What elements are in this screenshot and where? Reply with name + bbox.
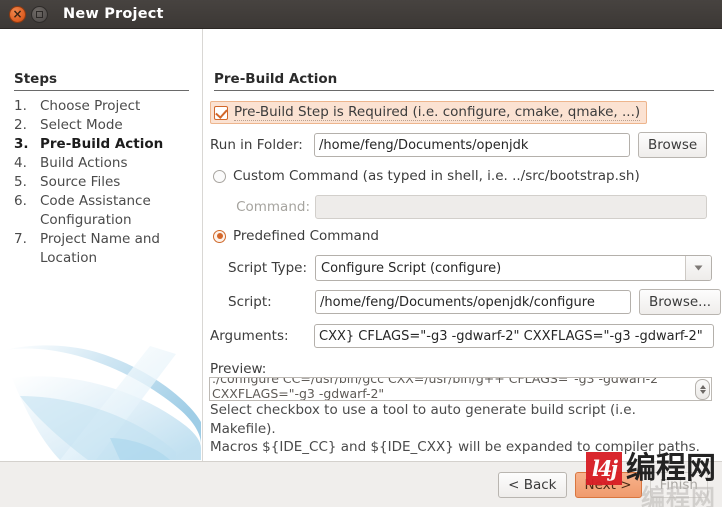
script-type-value: Configure Script (configure): [321, 260, 502, 276]
arguments-input[interactable]: CXX} CFLAGS="-g3 -gdwarf-2" CXXFLAGS="-g…: [314, 324, 714, 348]
step-number: 7.: [14, 231, 27, 247]
step-label: Pre-Build Action: [40, 136, 164, 152]
sidebar-item-project-name-and-location[interactable]: 7. Project Name and Location: [14, 230, 194, 268]
predefined-command-label: Predefined Command: [233, 228, 379, 244]
scroll-down-icon[interactable]: [699, 390, 706, 394]
radio-unselected-icon[interactable]: [213, 169, 226, 183]
sidebar-item-pre-build-action[interactable]: 3. Pre-Build Action: [14, 135, 194, 154]
custom-command-field-row: Command:: [228, 195, 707, 219]
step-label: Source Files: [40, 174, 121, 190]
run-in-folder-input[interactable]: /home/feng/Documents/openjdk: [314, 133, 630, 157]
prebuild-required-checkbox[interactable]: Pre-Build Step is Required (i.e. configu…: [210, 101, 648, 124]
custom-command-radio-row[interactable]: Custom Command (as typed in shell, i.e. …: [213, 168, 640, 184]
sidebar-item-select-mode[interactable]: 2. Select Mode: [14, 116, 194, 135]
finish-button: Finish: [649, 472, 708, 498]
radio-selected-icon[interactable]: [213, 229, 226, 243]
step-number: 2.: [14, 117, 27, 133]
step-label: Project Name and Location: [40, 231, 160, 266]
run-in-folder-label: Run in Folder:: [210, 137, 303, 153]
next-button[interactable]: Next >: [574, 472, 642, 498]
script-type-row: Script Type: Configure Script (configure…: [228, 255, 712, 281]
step-label: Code Assistance Configuration: [40, 193, 151, 228]
prebuild-required-label: Pre-Build Step is Required (i.e. configu…: [234, 104, 641, 121]
script-browse-button[interactable]: Browse...: [639, 289, 722, 315]
step-label: Choose Project: [40, 98, 141, 114]
preview-line-2: CXXFLAGS="-g3 -gdwarf-2": [212, 386, 385, 401]
back-button[interactable]: < Back: [498, 472, 567, 498]
preview-label: Preview:: [210, 361, 267, 377]
script-row: Script: /home/feng/Documents/openjdk/con…: [228, 289, 722, 315]
wizard-swoosh-graphic: [0, 326, 202, 461]
wizard-footer: < Back Next > Finish: [0, 461, 722, 507]
step-number: 1.: [14, 98, 27, 114]
checkbox-checked-icon[interactable]: [214, 105, 228, 120]
step-label: Build Actions: [40, 155, 128, 171]
steps-sidebar: Steps 1. Choose Project 2. Select Mode 3…: [0, 29, 203, 461]
script-type-dropdown[interactable]: Configure Script (configure): [315, 255, 712, 281]
scroll-up-icon[interactable]: [699, 385, 706, 389]
sidebar-item-choose-project[interactable]: 1. Choose Project: [14, 97, 194, 116]
command-label: Command:: [236, 199, 310, 215]
step-number: 5.: [14, 174, 27, 190]
script-type-label: Script Type:: [228, 260, 308, 276]
preview-scroll-spinner[interactable]: [695, 379, 710, 400]
step-number: 6.: [14, 193, 27, 209]
hint-line-1: Select checkbox to use a tool to auto ge…: [210, 402, 636, 418]
close-glyph: ×: [12, 7, 23, 21]
footer-button-row: < Back Next > Finish: [498, 472, 708, 498]
wizard-body: Steps 1. Choose Project 2. Select Mode 3…: [0, 29, 722, 461]
custom-command-label: Custom Command (as typed in shell, i.e. …: [233, 168, 640, 184]
step-number: 3.: [14, 136, 29, 152]
window-titlebar: × New Project: [0, 0, 722, 29]
arguments-row: Arguments: CXX} CFLAGS="-g3 -gdwarf-2" C…: [210, 324, 714, 348]
steps-list: 1. Choose Project 2. Select Mode 3. Pre-…: [14, 97, 194, 268]
page-title: Pre-Build Action: [214, 71, 714, 91]
step-label: Select Mode: [40, 117, 123, 133]
chevron-down-icon[interactable]: [685, 256, 711, 280]
run-in-folder-browse-button[interactable]: Browse: [638, 132, 708, 158]
preview-textarea[interactable]: ./configure CC=/usr/bin/gcc CXX=/usr/bin…: [209, 377, 712, 401]
sidebar-item-source-files[interactable]: 5. Source Files: [14, 173, 194, 192]
hint-line-3: Macros ${IDE_CC} and ${IDE_CXX} will be …: [210, 439, 700, 455]
script-input[interactable]: /home/feng/Documents/openjdk/configure: [315, 290, 631, 314]
hint-text: Select checkbox to use a tool to auto ge…: [210, 401, 710, 457]
preview-line-1: ./configure CC=/usr/bin/gcc CXX=/usr/bin…: [212, 377, 664, 386]
run-in-folder-row: Run in Folder: /home/feng/Documents/open…: [210, 132, 708, 158]
sidebar-item-build-actions[interactable]: 4. Build Actions: [14, 154, 194, 173]
hint-line-2: Makefile).: [210, 420, 276, 437]
close-icon[interactable]: ×: [9, 5, 26, 23]
maximize-icon[interactable]: [31, 5, 48, 23]
script-label: Script:: [228, 294, 272, 310]
steps-heading: Steps: [14, 71, 189, 91]
maximize-glyph: [36, 10, 43, 18]
new-project-wizard-window: × New Project Steps 1. Choose Project 2.…: [0, 0, 722, 507]
window-title: New Project: [63, 6, 164, 22]
arguments-label: Arguments:: [210, 328, 289, 344]
predefined-command-radio-row[interactable]: Predefined Command: [213, 228, 379, 244]
sidebar-item-code-assistance-configuration[interactable]: 6. Code Assistance Configuration: [14, 192, 194, 230]
step-number: 4.: [14, 155, 27, 171]
command-input[interactable]: [315, 195, 707, 219]
